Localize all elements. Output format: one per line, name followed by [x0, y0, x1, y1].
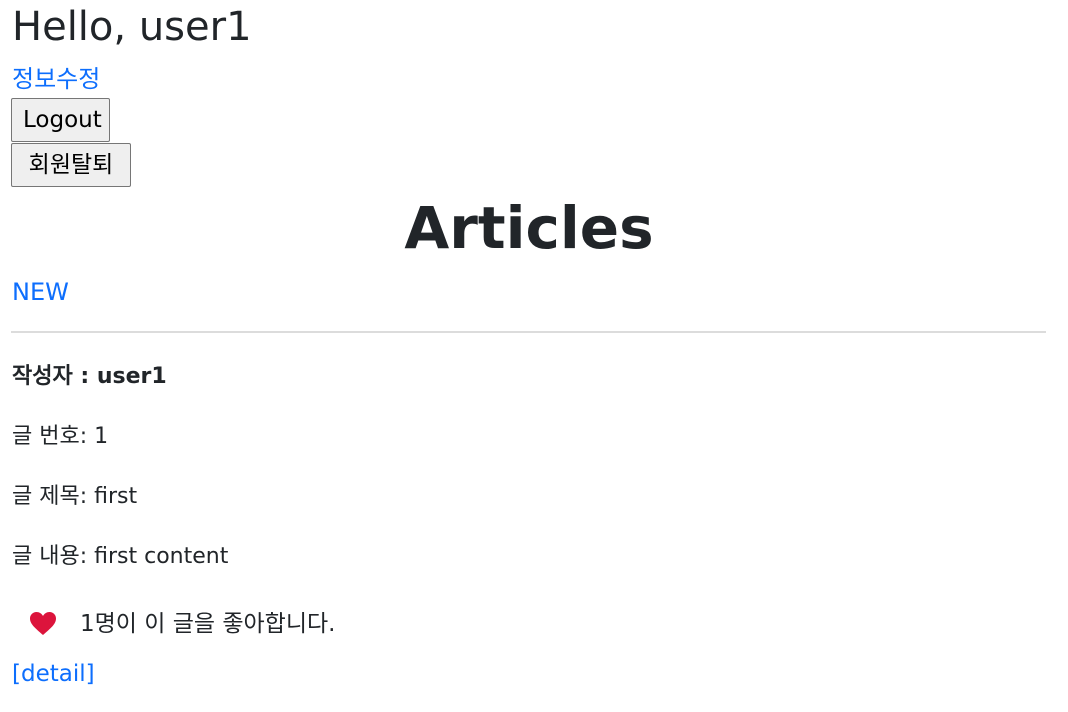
- detail-link[interactable]: [detail]: [12, 658, 95, 690]
- divider: [11, 331, 1046, 333]
- article-title: 글 제목: first: [12, 484, 138, 509]
- withdraw-button[interactable]: 회원탈퇴: [11, 143, 131, 187]
- like-section: 1명이 이 글을 좋아합니다.: [28, 606, 335, 642]
- page-title: Articles: [404, 194, 654, 262]
- like-button[interactable]: [28, 609, 58, 639]
- page: Hello, user1 정보수정 Logout 회원탈퇴 Articles N…: [0, 0, 1068, 712]
- article-number: 글 번호: 1: [12, 424, 109, 449]
- article-author: 작성자 : user1: [12, 364, 167, 389]
- edit-profile-link[interactable]: 정보수정: [12, 62, 100, 96]
- article-content: 글 내용: first content: [12, 544, 229, 569]
- heart-icon: [30, 612, 56, 635]
- logout-button[interactable]: Logout: [11, 98, 110, 142]
- new-article-link[interactable]: NEW: [12, 276, 69, 308]
- greeting-heading: Hello, user1: [12, 4, 252, 50]
- like-count-text: 1명이 이 글을 좋아합니다.: [80, 611, 336, 637]
